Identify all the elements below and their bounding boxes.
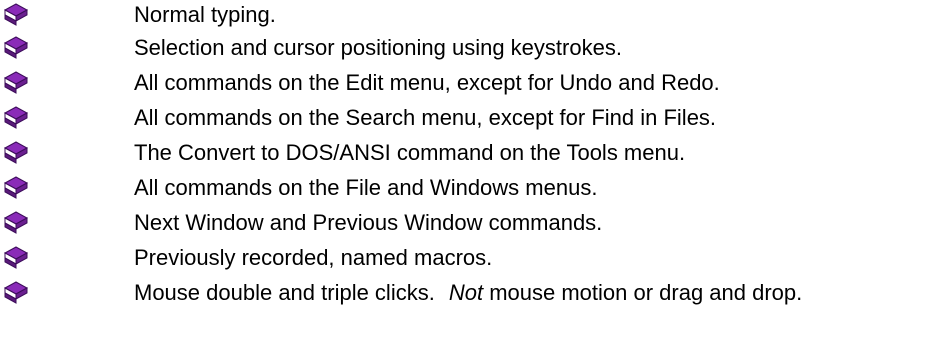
list-item: All commands on the File and Windows men… bbox=[0, 170, 925, 205]
list-item-text: Next Window and Previous Window commands… bbox=[134, 209, 603, 235]
book-icon bbox=[3, 3, 29, 26]
list-item: Previously recorded, named macros. bbox=[0, 240, 925, 275]
list-item-text: All commands on the Edit menu, except fo… bbox=[134, 69, 720, 95]
list-item-text: Normal typing. bbox=[134, 2, 276, 27]
list-item-text: All commands on the File and Windows men… bbox=[134, 174, 598, 200]
list-item-text: Mouse double and triple clicks. Not mouse… bbox=[134, 280, 802, 306]
list-item-rest-text: mouse motion or drag and drop. bbox=[483, 279, 803, 305]
book-icon bbox=[3, 245, 29, 269]
feature-list: Normal typing. Selection and cursor posi… bbox=[0, 0, 925, 310]
list-item-text: All commands on the Search menu, except … bbox=[134, 104, 717, 130]
book-icon bbox=[3, 35, 29, 59]
book-icon bbox=[3, 210, 29, 234]
book-icon bbox=[3, 175, 29, 199]
list-item-main-text: Mouse double and triple clicks. bbox=[134, 279, 435, 305]
list-item: Mouse double and triple clicks. Not mouse… bbox=[0, 275, 925, 310]
book-icon bbox=[3, 140, 29, 164]
list-item: Normal typing. bbox=[0, 0, 925, 30]
list-item-emphasis: Not bbox=[448, 279, 484, 305]
page: { "bullet_icon": "book-icon", "colors": … bbox=[0, 0, 925, 343]
book-icon bbox=[3, 105, 29, 129]
list-item: All commands on the Search menu, except … bbox=[0, 100, 925, 135]
book-icon bbox=[3, 70, 29, 94]
list-item: Next Window and Previous Window commands… bbox=[0, 205, 925, 240]
list-item-text: Previously recorded, named macros. bbox=[134, 244, 493, 270]
book-icon bbox=[3, 280, 29, 304]
list-item: All commands on the Edit menu, except fo… bbox=[0, 65, 925, 100]
list-item: Selection and cursor positioning using k… bbox=[0, 30, 925, 65]
list-item: The Convert to DOS/ANSI command on the T… bbox=[0, 135, 925, 170]
list-item-text: Selection and cursor positioning using k… bbox=[134, 34, 622, 60]
list-item-text: The Convert to DOS/ANSI command on the T… bbox=[134, 139, 686, 165]
